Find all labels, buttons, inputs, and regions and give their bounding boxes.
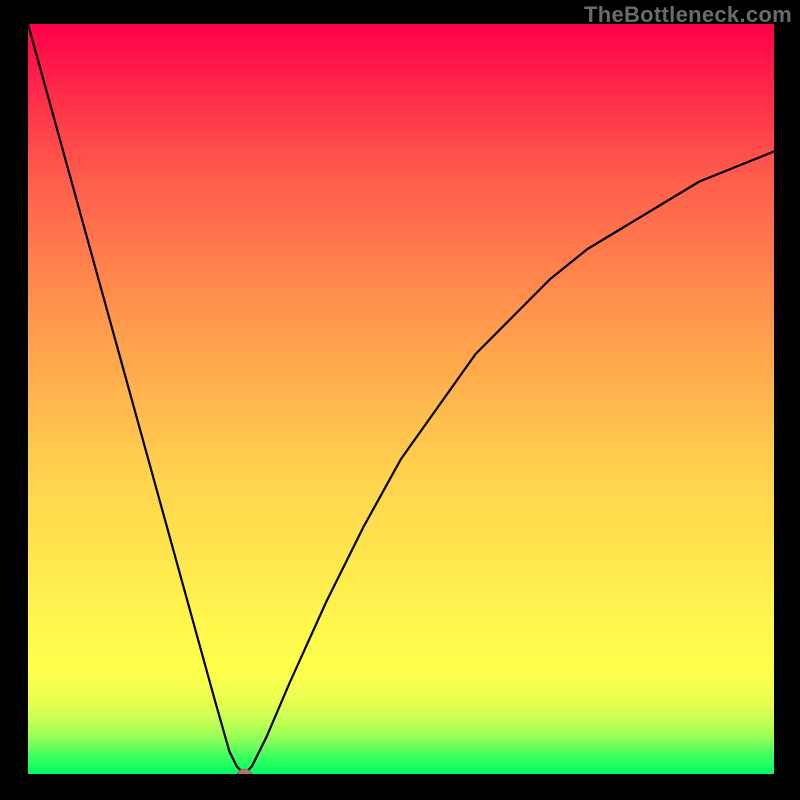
- chart-svg: [28, 24, 774, 774]
- plot-area: [28, 24, 774, 774]
- chart-frame: TheBottleneck.com: [0, 0, 800, 800]
- gradient-background: [28, 24, 774, 774]
- watermark-text: TheBottleneck.com: [584, 2, 792, 28]
